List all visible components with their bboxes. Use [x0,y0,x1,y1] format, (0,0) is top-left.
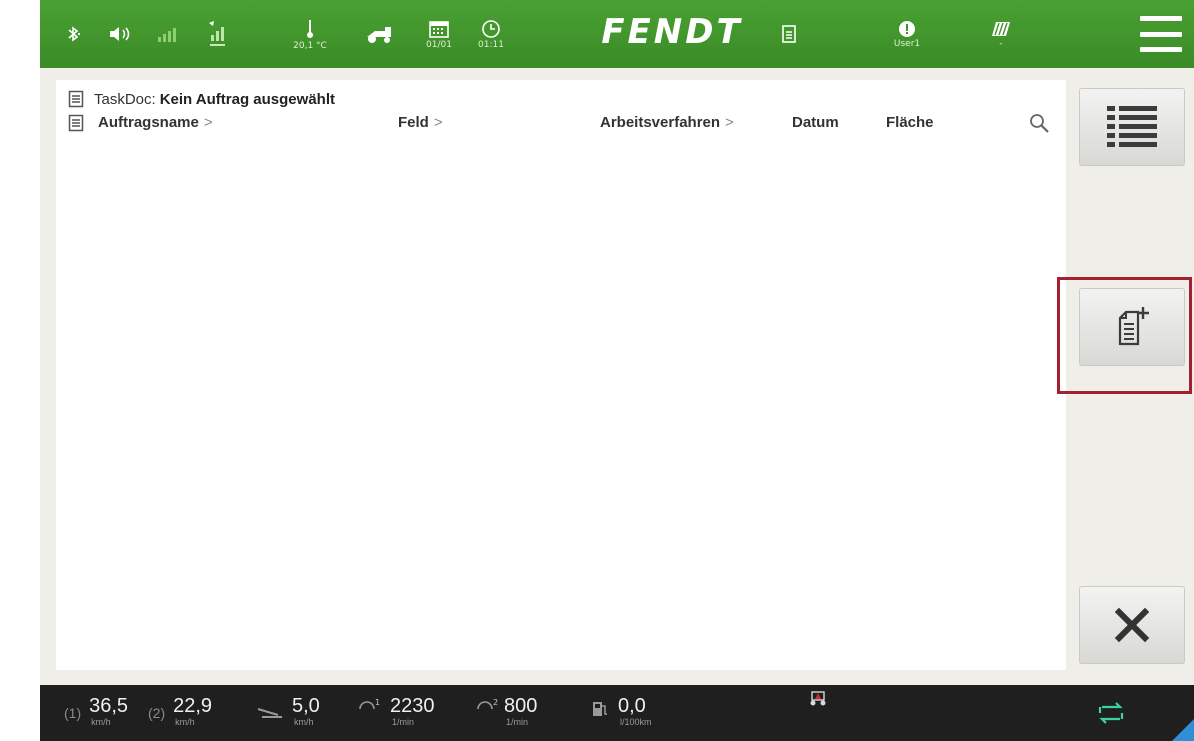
close-button[interactable] [1079,586,1185,664]
engine-rpm-1[interactable]: 1 2230 1/min [356,695,435,735]
hamburger-line [1140,47,1182,52]
taskdoc-prefix: TaskDoc: [94,90,156,108]
document-icon [68,114,84,132]
column-label: Arbeitsverfahren [600,114,721,131]
rpm-2-value: 800 [504,695,538,717]
calendar-icon [429,20,449,38]
column-header-auftragsname[interactable]: Auftragsname > [98,114,213,131]
sort-chevron-icon: > [203,114,213,131]
rpm-1-unit: 1/min [392,717,415,727]
engine-rpm-2[interactable]: 2 800 1/min [474,695,537,735]
column-label: Datum [792,114,839,131]
main-frame: TaskDoc: Kein Auftrag ausgewählt Auftrag… [40,68,1194,685]
temperature-indicator: 20,1 °C [280,0,340,68]
speed-range-2-icon: (2) [148,705,166,721]
clock-icon [482,19,500,38]
document-icon [68,90,84,108]
search-icon[interactable] [1028,112,1052,136]
speed-range-1[interactable]: (1) 36,5 km/h [64,695,128,735]
fuel-unit: l/100km [620,717,652,727]
main-menu-button[interactable] [1140,16,1182,52]
speed-2-unit: km/h [175,717,195,727]
hamburger-line [1140,16,1182,21]
date-value: 01/01 [426,39,452,50]
speed-3-unit: km/h [294,717,314,727]
column-header-feld[interactable]: Feld > [398,114,443,131]
sort-chevron-icon: > [433,114,443,131]
column-header-datum[interactable]: Datum [792,114,839,131]
hamburger-line [1140,31,1182,37]
time-indicator[interactable]: 01:11 [468,0,514,68]
speed-3-value: 5,0 [292,695,320,717]
cruise-speed[interactable]: 5,0 km/h [256,695,320,735]
speed-range-1-icon: (1) [64,705,82,721]
rpm-2-unit: 1/min [506,717,529,727]
fuel-consumption[interactable]: 0,0 l/100km [590,695,652,735]
user-indicator[interactable]: User1 [882,0,932,68]
swap-view-icon[interactable] [1096,701,1126,730]
corner-indicator [1172,719,1194,741]
highlight-frame [1057,277,1192,394]
column-header-flaeche[interactable]: Fläche [886,114,934,131]
gps-signal-icon [198,0,238,68]
fendt-logo: FENDT [601,12,743,52]
sort-chevron-icon: > [725,114,734,131]
taskdoc-selected-task: Kein Auftrag ausgewählt [159,90,335,108]
task-list-panel: TaskDoc: Kein Auftrag ausgewählt Auftrag… [56,80,1066,670]
speed-2-value: 22,9 [173,695,213,717]
bottom-status-bar: (1) 36,5 km/h (2) 22,9 km/h 5,0 km/h 1 2230… [40,685,1194,741]
engine-2-icon: 2 [477,698,498,710]
rpm-1-value: 2230 [390,695,435,717]
tractor-warning-icon[interactable] [808,689,828,712]
column-label: Auftragsname [98,114,199,131]
table-body-empty [56,140,1066,670]
column-header-arbeitsverfahren[interactable]: Arbeitsverfahren > [600,114,734,131]
svg-text:1: 1 [375,698,380,707]
bluetooth-icon [60,0,88,68]
user-name: User1 [893,38,921,49]
temperature-value: 20,1 °C [293,40,327,51]
svg-text:2: 2 [493,698,498,707]
tractor-implement-icon [358,0,400,68]
time-value: 01:11 [478,39,504,50]
top-status-bar: 20,1 °C 01/01 01:11 FENDT User1 - [40,0,1194,68]
column-label: Fläche [886,114,934,131]
thermometer-icon [307,19,313,38]
date-indicator[interactable]: 01/01 [416,0,462,68]
volume-icon[interactable] [104,0,138,68]
speed-1-unit: km/h [91,717,111,727]
close-icon [1114,607,1150,643]
speed-range-2[interactable]: (2) 22,9 km/h [148,695,212,735]
implement-field-indicator[interactable]: - [986,0,1016,68]
column-label: Feld [398,114,429,131]
speed-1-value: 36,5 [89,695,129,717]
taskdoc-status: TaskDoc: Kein Auftrag ausgewählt [68,88,335,110]
fuel-value: 0,0 [618,695,646,717]
engine-1-icon: 1 [359,698,380,710]
table-header: Auftragsname > Feld > Arbeitsverfahren > Da… [68,112,1058,136]
list-view-button[interactable] [1079,88,1185,166]
implement-field-value: - [999,38,1003,49]
fuel-pump-icon [593,702,607,716]
slope-speed-icon [257,708,282,718]
signal-strength-icon [150,0,184,68]
user-icon [899,20,915,37]
document-status-icon[interactable] [774,0,804,68]
field-icon [992,21,1010,36]
list-icon [1107,106,1157,147]
